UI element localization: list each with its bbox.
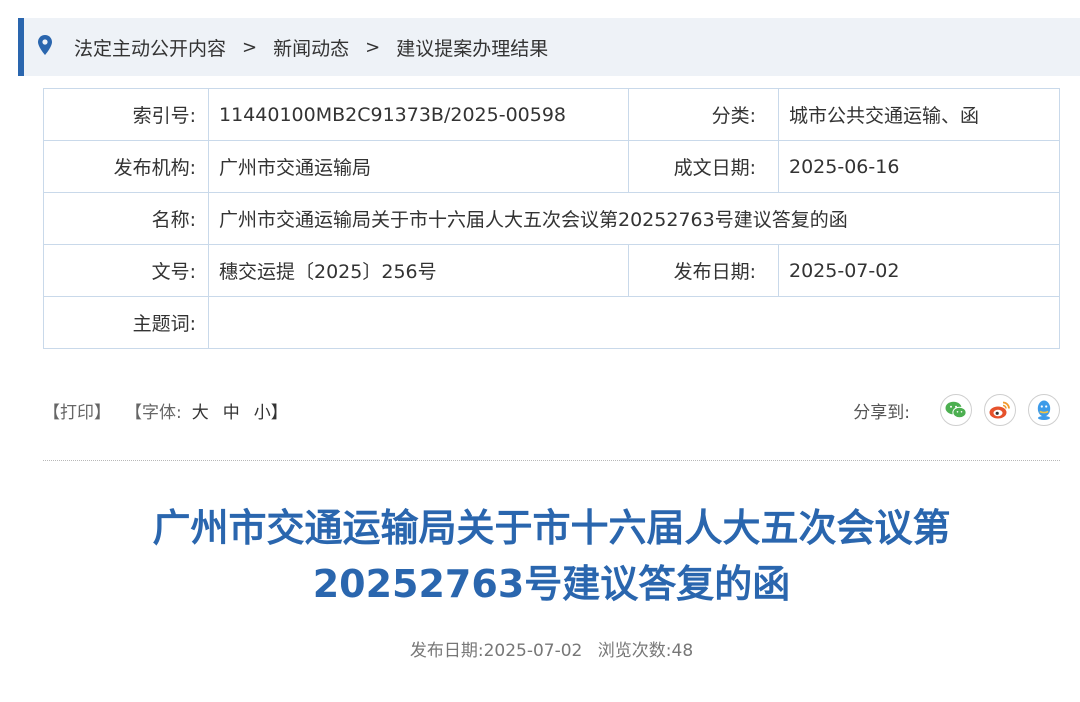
weibo-share-button[interactable] — [984, 394, 1016, 426]
location-pin-icon — [38, 35, 58, 59]
keywords-value — [208, 296, 1060, 349]
doc-number-value: 穗交运提〔2025〕256号 — [208, 244, 629, 297]
article-sub-info: 发布日期:2025-07-02 浏览次数:48 — [43, 636, 1060, 661]
article-view-count: 浏览次数:48 — [597, 641, 694, 661]
wechat-share-button[interactable] — [940, 394, 972, 426]
breadcrumb-separator: > — [242, 36, 258, 58]
category-value: 城市公共交通运输、函 — [778, 88, 1060, 141]
doc-number-label: 文号: — [43, 244, 209, 297]
qq-icon — [1037, 400, 1051, 420]
index-value: 11440100MB2C91373B/2025-00598 — [208, 88, 629, 141]
publish-date-value: 2025-07-02 — [778, 244, 1060, 297]
document-meta-table: 索引号: 11440100MB2C91373B/2025-00598 分类: 城… — [43, 88, 1060, 349]
meta-row: 发布机构: 广州市交通运输局 成文日期: 2025-06-16 — [43, 140, 1060, 193]
index-label: 索引号: — [43, 88, 209, 141]
article-publish-date: 发布日期:2025-07-02 — [409, 641, 583, 661]
breadcrumb-link-public-content[interactable]: 法定主动公开内容 — [74, 34, 226, 61]
keywords-label: 主题词: — [43, 296, 209, 349]
font-size-large-button[interactable]: 大 — [192, 398, 209, 423]
written-date-value: 2025-06-16 — [778, 140, 1060, 193]
font-size-medium-button[interactable]: 中 — [223, 398, 240, 423]
weibo-icon — [989, 401, 1010, 419]
article-title-line-2: 20252763号建议答复的函 — [312, 562, 791, 606]
wechat-icon — [945, 401, 967, 419]
share-label: 分享到: — [853, 402, 910, 423]
font-size-label: 【字体: — [125, 402, 182, 423]
share-group: 分享到: — [853, 394, 1060, 426]
written-date-label: 成文日期: — [628, 140, 779, 193]
breadcrumb: 法定主动公开内容 > 新闻动态 > 建议提案办理结果 — [18, 18, 1080, 76]
font-size-small-button[interactable]: 小】 — [254, 398, 288, 423]
article-toolbar: 【打印】 【字体: 大 中 小】 分享到: — [43, 392, 1060, 428]
meta-row: 文号: 穗交运提〔2025〕256号 发布日期: 2025-07-02 — [43, 244, 1060, 297]
meta-row: 名称: 广州市交通运输局关于市十六届人大五次会议第20252763号建议答复的函 — [43, 192, 1060, 245]
meta-row: 索引号: 11440100MB2C91373B/2025-00598 分类: 城… — [43, 88, 1060, 141]
section-divider — [43, 460, 1060, 461]
breadcrumb-link-news[interactable]: 新闻动态 — [273, 34, 349, 61]
breadcrumb-separator: > — [365, 36, 381, 58]
name-value: 广州市交通运输局关于市十六届人大五次会议第20252763号建议答复的函 — [208, 192, 1060, 245]
publisher-value: 广州市交通运输局 — [208, 140, 629, 193]
article-title: 广州市交通运输局关于市十六届人大五次会议第 20252763号建议答复的函 — [43, 500, 1060, 612]
article-title-line-1: 广州市交通运输局关于市十六届人大五次会议第 — [152, 506, 951, 550]
category-label: 分类: — [628, 88, 779, 141]
print-button[interactable]: 【打印】 — [43, 398, 111, 423]
publish-date-label: 发布日期: — [628, 244, 779, 297]
name-label: 名称: — [43, 192, 209, 245]
qq-share-button[interactable] — [1028, 394, 1060, 426]
publisher-label: 发布机构: — [43, 140, 209, 193]
meta-row: 主题词: — [43, 296, 1060, 349]
breadcrumb-link-proposal-results[interactable]: 建议提案办理结果 — [396, 34, 548, 61]
